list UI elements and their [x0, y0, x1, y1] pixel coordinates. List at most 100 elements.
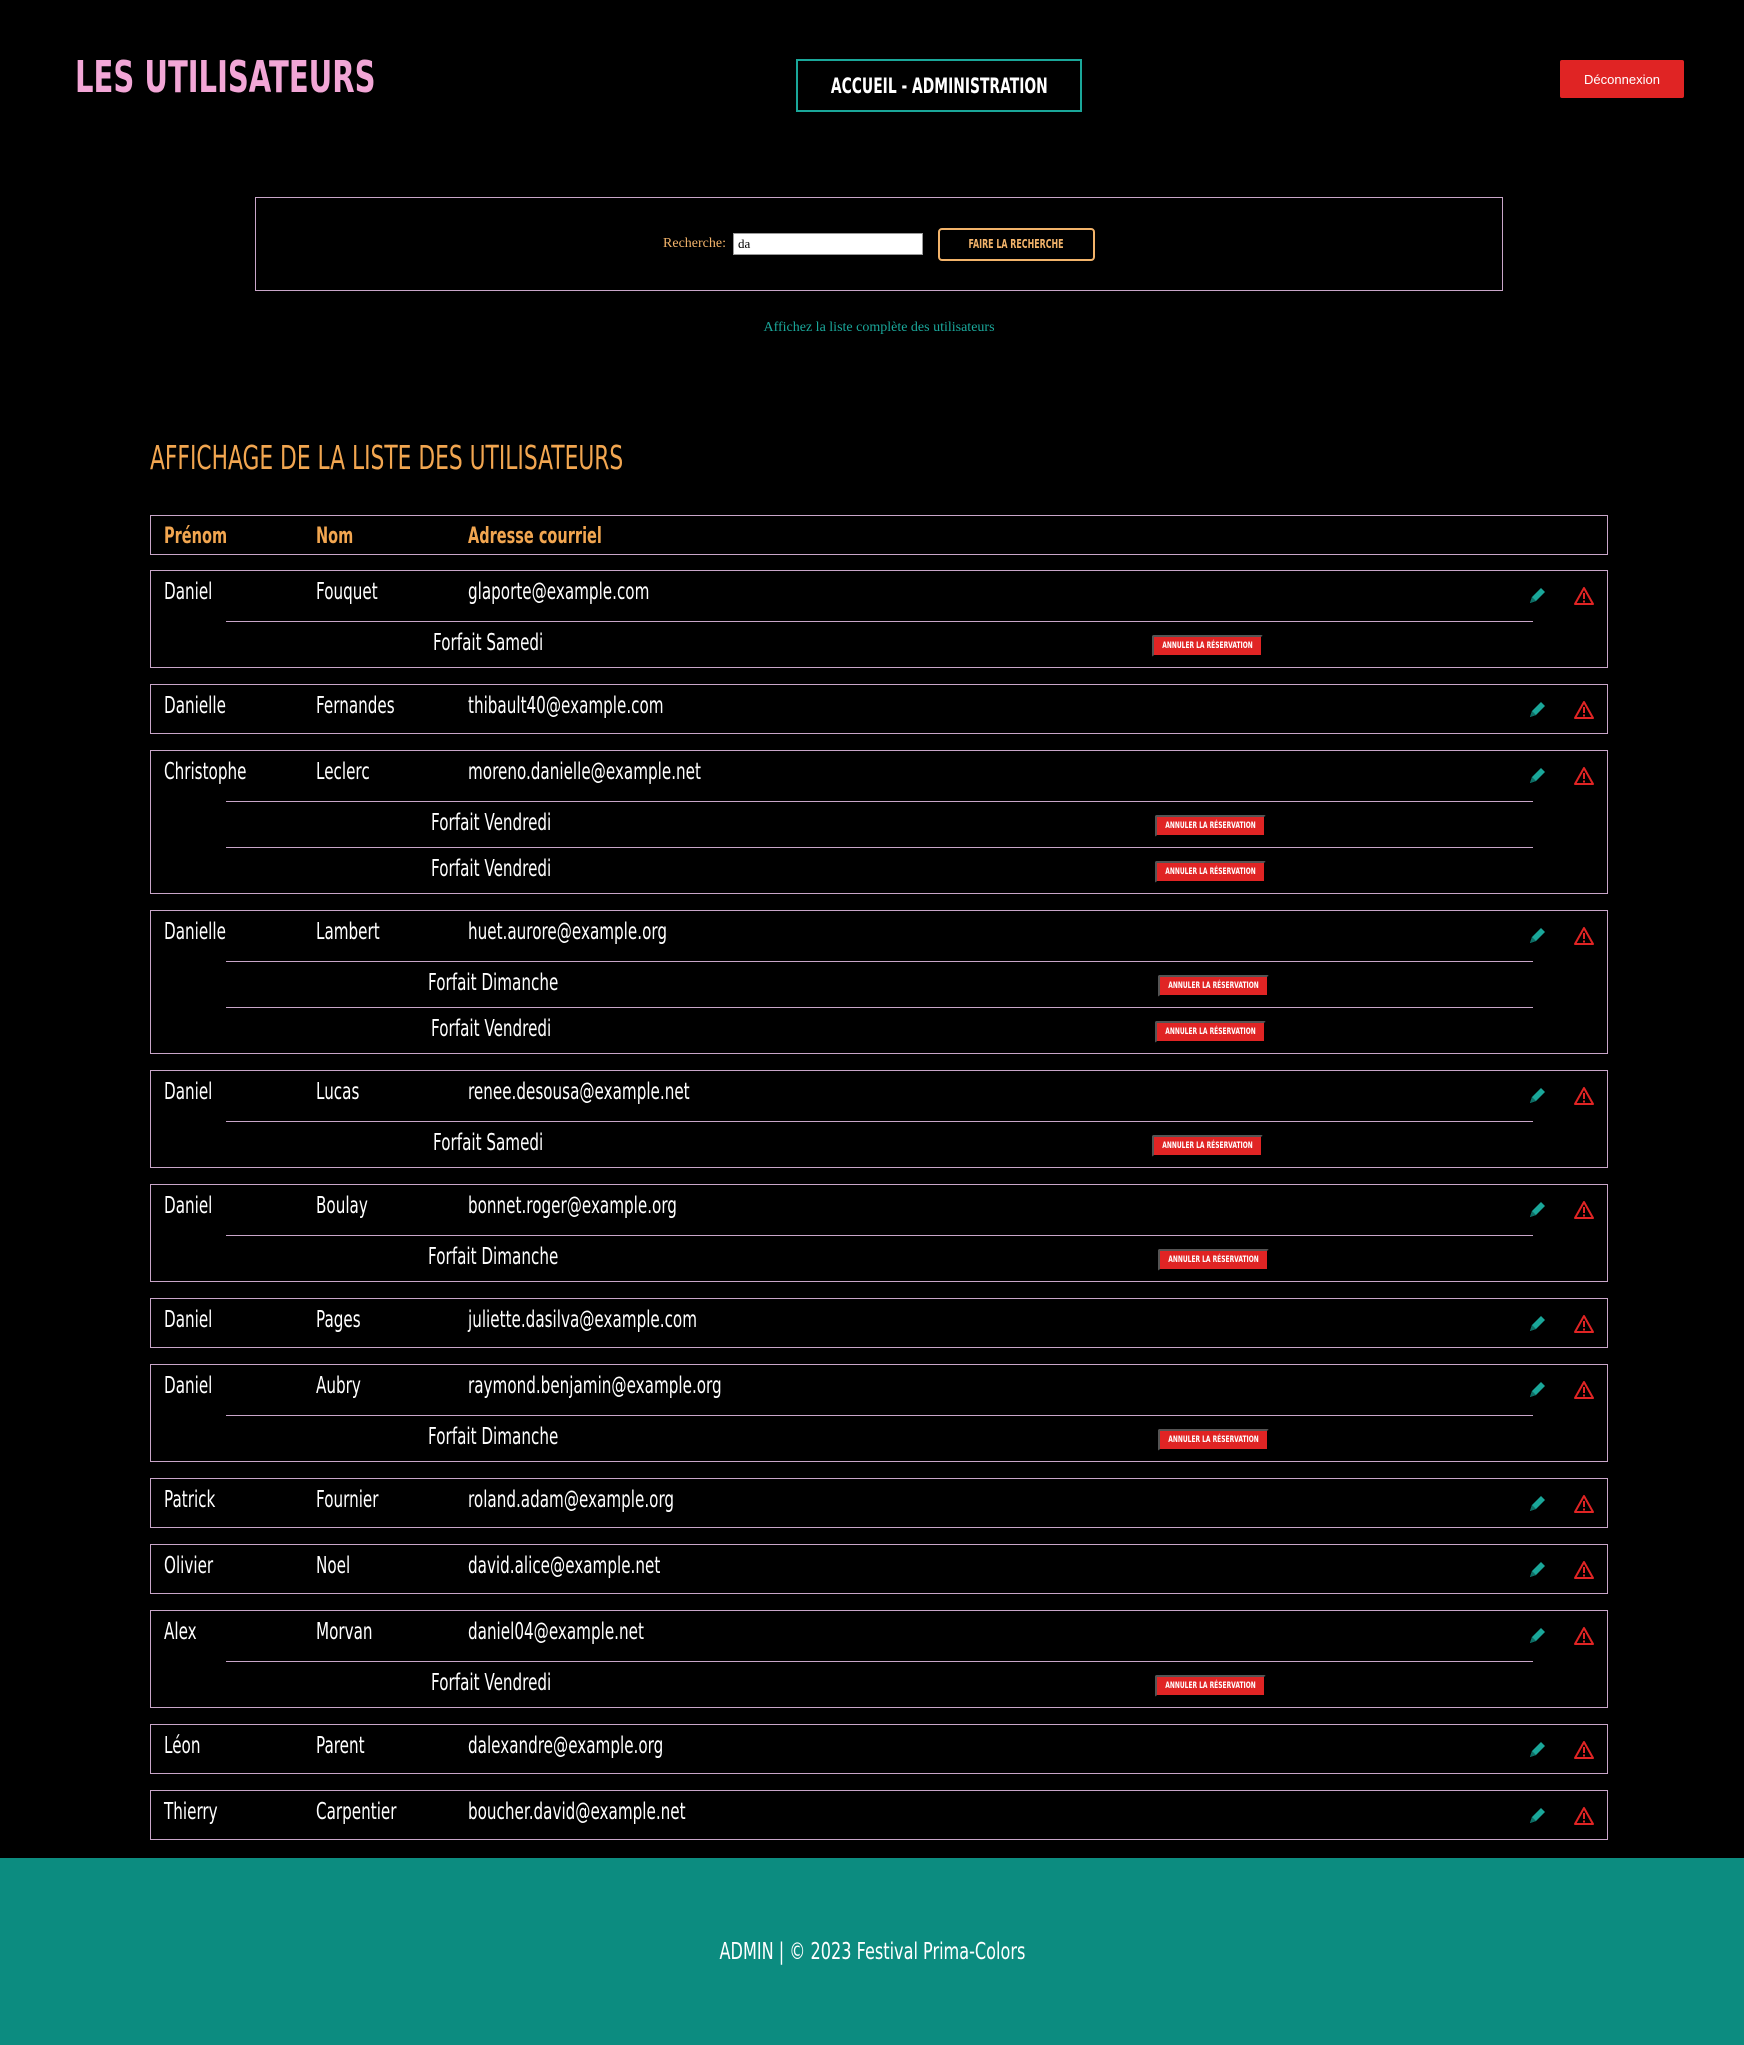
table-row: Danielle Lambert huet.aurore@example.org…: [150, 910, 1608, 1054]
warning-triangle-icon[interactable]: [1573, 1625, 1595, 1647]
warning-triangle-icon[interactable]: [1573, 1199, 1595, 1221]
cell-prenom: Alex: [164, 1619, 197, 1645]
pencil-icon[interactable]: [1526, 925, 1548, 947]
reservation-row: Forfait Vendredi ANNULER LA RÉSERVATION: [226, 1661, 1533, 1707]
cell-email: david.alice@example.net: [468, 1553, 661, 1579]
reservation-row: Forfait Samedi ANNULER LA RÉSERVATION: [226, 1121, 1533, 1167]
cancel-reservation-button[interactable]: ANNULER LA RÉSERVATION: [1158, 1249, 1269, 1271]
pencil-icon[interactable]: [1526, 765, 1548, 787]
warning-triangle-icon[interactable]: [1573, 925, 1595, 947]
warning-triangle-icon[interactable]: [1573, 1739, 1595, 1761]
cell-prenom: Daniel: [164, 1079, 213, 1105]
cancel-reservation-button[interactable]: ANNULER LA RÉSERVATION: [1155, 815, 1266, 837]
cell-email: renee.desousa@example.net: [468, 1079, 690, 1105]
cell-nom: Fournier: [316, 1487, 379, 1513]
table-row: Daniel Fouquet glaporte@example.com Forf…: [150, 570, 1608, 668]
cancel-reservation-button[interactable]: ANNULER LA RÉSERVATION: [1152, 1135, 1263, 1157]
cell-prenom: Léon: [164, 1733, 201, 1759]
cancel-reservation-button[interactable]: ANNULER LA RÉSERVATION: [1158, 1429, 1269, 1451]
table-row: Thierry Carpentier boucher.david@example…: [150, 1790, 1608, 1840]
cell-prenom: Thierry: [164, 1799, 218, 1825]
search-input[interactable]: [732, 233, 923, 255]
table-row: Daniel Pages juliette.dasilva@example.co…: [150, 1298, 1608, 1348]
reservation-row: Forfait Vendredi ANNULER LA RÉSERVATION: [226, 847, 1533, 893]
admin-home-button[interactable]: ACCUEIL - ADMINISTRATION: [796, 59, 1082, 112]
cell-nom: Morvan: [316, 1619, 373, 1645]
cancel-reservation-button[interactable]: ANNULER LA RÉSERVATION: [1158, 975, 1269, 997]
table-row: Daniel Aubry raymond.benjamin@example.or…: [150, 1364, 1608, 1462]
search-button-label: FAIRE LA RECHERCHE: [968, 237, 1065, 251]
cancel-reservation-button[interactable]: ANNULER LA RÉSERVATION: [1155, 1675, 1266, 1697]
cancel-reservation-label: ANNULER LA RÉSERVATION: [1165, 1681, 1256, 1691]
table-row: Léon Parent dalexandre@example.org: [150, 1724, 1608, 1774]
cell-nom: Lambert: [316, 919, 380, 945]
page-title: LES UTILISATEURS: [75, 52, 376, 103]
cancel-reservation-label: ANNULER LA RÉSERVATION: [1168, 981, 1259, 991]
pencil-icon[interactable]: [1526, 1625, 1548, 1647]
pencil-icon[interactable]: [1526, 1313, 1548, 1335]
pencil-icon[interactable]: [1526, 1379, 1548, 1401]
pencil-icon[interactable]: [1526, 699, 1548, 721]
cancel-reservation-label: ANNULER LA RÉSERVATION: [1168, 1255, 1259, 1265]
pencil-icon[interactable]: [1526, 1739, 1548, 1761]
warning-triangle-icon[interactable]: [1573, 765, 1595, 787]
column-header-prenom: Prénom: [164, 524, 228, 549]
reservation-row: Forfait Dimanche ANNULER LA RÉSERVATION: [226, 961, 1533, 1007]
forfait-label: Forfait Dimanche: [428, 1424, 559, 1450]
warning-triangle-icon[interactable]: [1573, 1805, 1595, 1827]
search-button[interactable]: FAIRE LA RECHERCHE: [937, 227, 1095, 261]
reservation-row: Forfait Samedi ANNULER LA RÉSERVATION: [226, 621, 1533, 667]
cancel-reservation-button[interactable]: ANNULER LA RÉSERVATION: [1155, 861, 1266, 883]
full-list-link[interactable]: Affichez la liste complète des utilisate…: [0, 320, 1744, 336]
footer: ADMIN | © 2023 Festival Prima-Colors: [0, 1858, 1744, 2045]
cell-prenom: Patrick: [164, 1487, 216, 1513]
cell-prenom: Danielle: [164, 693, 226, 719]
warning-triangle-icon[interactable]: [1573, 1085, 1595, 1107]
pencil-icon[interactable]: [1526, 1199, 1548, 1221]
cell-email: roland.adam@example.org: [468, 1487, 675, 1513]
forfait-label: Forfait Samedi: [433, 630, 544, 656]
cell-nom: Noel: [316, 1553, 351, 1579]
cell-nom: Fouquet: [316, 579, 378, 605]
pencil-icon[interactable]: [1526, 585, 1548, 607]
cell-email: huet.aurore@example.org: [468, 919, 667, 945]
warning-triangle-icon[interactable]: [1573, 1313, 1595, 1335]
pencil-icon[interactable]: [1526, 1805, 1548, 1827]
forfait-label: Forfait Dimanche: [428, 1244, 559, 1270]
cell-nom: Carpentier: [316, 1799, 397, 1825]
logout-button[interactable]: Déconnexion: [1560, 60, 1684, 98]
reservation-row: Forfait Dimanche ANNULER LA RÉSERVATION: [226, 1235, 1533, 1281]
warning-triangle-icon[interactable]: [1573, 585, 1595, 607]
cancel-reservation-button[interactable]: ANNULER LA RÉSERVATION: [1155, 1021, 1266, 1043]
cell-prenom: Daniel: [164, 1307, 213, 1333]
forfait-label: Forfait Vendredi: [431, 856, 552, 882]
cancel-reservation-button[interactable]: ANNULER LA RÉSERVATION: [1152, 635, 1263, 657]
cell-email: boucher.david@example.net: [468, 1799, 686, 1825]
pencil-icon[interactable]: [1526, 1493, 1548, 1515]
table-row: Daniel Boulay bonnet.roger@example.org F…: [150, 1184, 1608, 1282]
reservation-row: Forfait Vendredi ANNULER LA RÉSERVATION: [226, 801, 1533, 847]
cell-nom: Aubry: [316, 1373, 361, 1399]
warning-triangle-icon[interactable]: [1573, 699, 1595, 721]
cell-email: dalexandre@example.org: [468, 1733, 664, 1759]
cancel-reservation-label: ANNULER LA RÉSERVATION: [1165, 821, 1256, 831]
table-row: Daniel Lucas renee.desousa@example.net F…: [150, 1070, 1608, 1168]
pencil-icon[interactable]: [1526, 1559, 1548, 1581]
cancel-reservation-label: ANNULER LA RÉSERVATION: [1168, 1435, 1259, 1445]
cell-nom: Fernandes: [316, 693, 395, 719]
search-label: Recherche:: [663, 236, 726, 251]
warning-triangle-icon[interactable]: [1573, 1559, 1595, 1581]
pencil-icon[interactable]: [1526, 1085, 1548, 1107]
cell-email: glaporte@example.com: [468, 579, 650, 605]
column-header-email: Adresse courriel: [468, 524, 602, 549]
warning-triangle-icon[interactable]: [1573, 1379, 1595, 1401]
cancel-reservation-label: ANNULER LA RÉSERVATION: [1165, 867, 1256, 877]
cell-email: daniel04@example.net: [468, 1619, 644, 1645]
cell-prenom: Daniel: [164, 1193, 213, 1219]
cell-prenom: Christophe: [164, 759, 247, 785]
warning-triangle-icon[interactable]: [1573, 1493, 1595, 1515]
cell-nom: Parent: [316, 1733, 365, 1759]
cell-prenom: Daniel: [164, 579, 213, 605]
table-header: Prénom Nom Adresse courriel: [150, 515, 1608, 555]
footer-text: ADMIN | © 2023 Festival Prima-Colors: [719, 1938, 1025, 1965]
